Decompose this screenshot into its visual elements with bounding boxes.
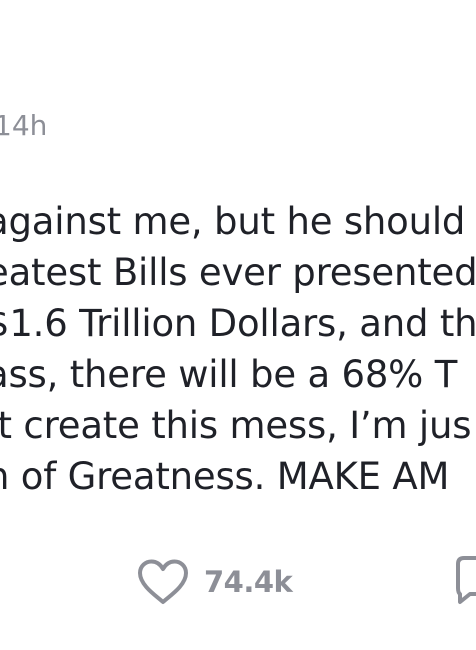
post-text-line: h of Greatness. MAKE AM xyxy=(0,455,450,498)
like-button[interactable]: 74.4k xyxy=(136,554,293,610)
reply-button[interactable] xyxy=(452,554,476,610)
post-text-line: ass, there will be a 68% T xyxy=(0,353,458,396)
post-card: 14h against me, but he should eatest Bil… xyxy=(0,0,476,650)
post-text-line: eatest Bills ever presented xyxy=(0,251,476,294)
post-text-line: against me, but he should xyxy=(0,200,466,243)
post-text-line: ’t create this mess, I’m jus xyxy=(0,404,472,447)
like-count: 74.4k xyxy=(204,565,293,599)
heart-icon xyxy=(138,559,188,604)
post-actions-bar: 74.4k xyxy=(0,550,476,614)
post-text: against me, but he should eatest Bills e… xyxy=(0,196,476,502)
post-timestamp[interactable]: 14h xyxy=(0,108,47,144)
comment-icon xyxy=(456,556,476,604)
post-text-line: $1.6 Trillion Dollars, and th xyxy=(0,302,476,345)
